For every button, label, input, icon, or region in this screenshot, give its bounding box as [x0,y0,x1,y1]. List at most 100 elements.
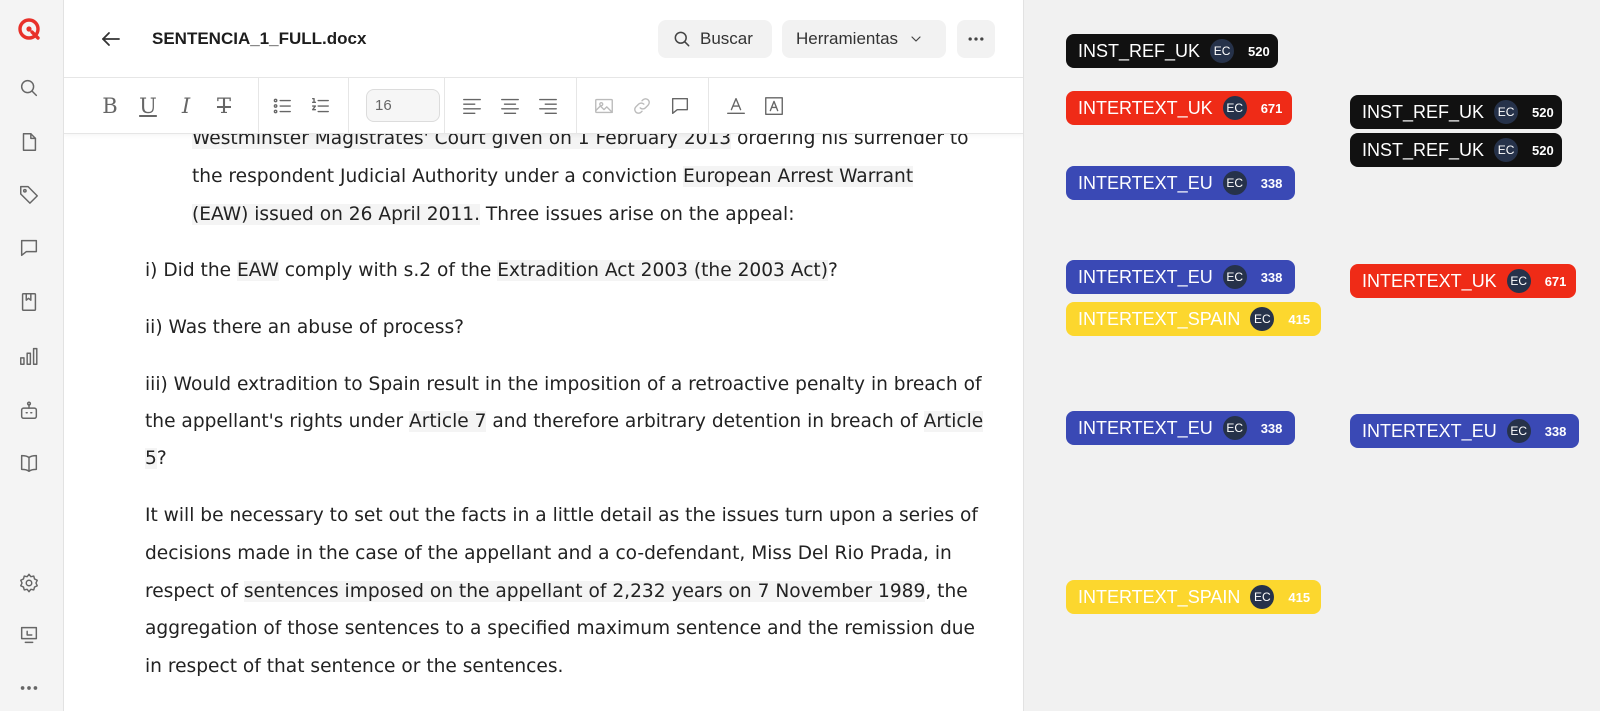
entity-tag[interactable]: INTERTEXT_EU EC 338 [1066,166,1295,200]
text-line: It will be necessary to set out the fact… [145,502,978,530]
file-icon[interactable] [17,130,41,154]
numbered-list-icon[interactable] [308,94,332,118]
text-line: respect of sentences imposed on the appe… [145,578,968,606]
tag-count: 671 [1260,100,1283,116]
text-span: ? [156,448,167,469]
entity-tag[interactable]: INST_REF_UK EC 520 [1350,95,1562,129]
tag-badge: EC [1250,585,1275,609]
align-left-icon[interactable] [460,94,484,118]
tag-badge: EC [1494,138,1519,162]
format-toolbar: B U I T 16 [64,78,1023,134]
highlighted-span[interactable]: EAW [236,260,279,281]
comment-icon[interactable] [668,94,692,118]
entity-tag[interactable]: INTERTEXT_SPAIN EC 415 [1066,302,1321,336]
text-span: aggregation of those sentences to a spec… [145,618,975,639]
tag-badge: EC [1222,171,1247,195]
text-line: i) Did the EAW comply with s.2 of the Ex… [145,257,838,285]
tag-count: 338 [1544,423,1567,439]
link-icon[interactable] [630,94,654,118]
tag-label: INTERTEXT_EU [1362,420,1497,441]
align-right-icon[interactable] [536,94,560,118]
export-icon[interactable] [17,623,41,647]
tag-badge: EC [1506,269,1531,293]
tag-count: 671 [1544,273,1567,289]
tag-count: 338 [1260,269,1283,285]
tag-badge: EC [1210,39,1235,63]
text-line: 5? [145,445,167,473]
toolbar-divider [708,78,709,134]
underline-button[interactable]: U [136,94,160,118]
bullet-list-icon[interactable] [270,94,294,118]
more-icon[interactable] [17,676,41,700]
chevron-down-icon [911,36,921,42]
insert-image-icon[interactable] [592,94,616,118]
settings-icon[interactable] [17,571,41,595]
tag-count: 520 [1248,43,1270,59]
text-line: in respect of that sentence or the sente… [145,653,563,681]
search-button[interactable]: Buscar [658,20,772,58]
entity-tag[interactable]: INTERTEXT_EU EC 338 [1350,414,1579,448]
entity-tag[interactable]: INTERTEXT_UK EC 671 [1350,264,1576,298]
text-line: aggregation of those sentences to a spec… [145,615,975,643]
highlighted-span[interactable]: Article 7 [409,411,487,432]
highlighted-span[interactable]: (EAW) issued on 26 April 2011. [192,204,481,225]
tools-label: Herramientas [796,29,899,48]
text-span: comply with s.2 of the [278,260,498,281]
tag-count: 338 [1260,175,1283,191]
text-box-icon[interactable] [762,94,786,118]
text-color-icon[interactable] [724,94,748,118]
highlighted-span[interactable]: Article [923,411,984,432]
comment-icon[interactable] [17,236,41,260]
entity-tag[interactable]: INTERTEXT_SPAIN EC 415 [1066,580,1321,614]
strikethrough-button[interactable]: T [212,94,236,118]
tag-badge: EC [1222,416,1247,440]
text-span: the appellant's rights under [145,411,410,432]
tag-count: 415 [1288,311,1311,327]
text-line: the appellant's rights under Article 7 a… [145,408,984,436]
text-span: in respect of that sentence or the sente… [145,656,564,677]
bookmark-icon[interactable] [17,290,41,314]
text-line: (EAW) issued on 26 April 2011. Three iss… [192,201,794,229]
text-span: ? [827,260,838,281]
tools-dropdown[interactable]: Herramientas [782,20,946,58]
text-span: ii) Was there an abuse of process? [145,317,465,338]
book-icon[interactable] [17,451,41,475]
align-center-icon[interactable] [498,94,522,118]
tag-label: INST_REF_UK [1362,139,1485,160]
text-span: i) Did the [145,260,237,281]
text-span: , the [925,581,968,602]
tag-count: 520 [1532,142,1554,158]
chart-icon[interactable] [17,344,41,368]
italic-button[interactable]: I [174,94,198,118]
text-span: decisions made in the case of the appell… [145,543,952,564]
logo-icon[interactable] [17,17,41,41]
left-rail [0,0,64,711]
robot-icon[interactable] [17,398,41,422]
back-arrow-icon[interactable] [98,26,124,52]
tag-label: INTERTEXT_EU [1078,417,1213,438]
tag-badge: EC [1222,265,1247,289]
highlighted-span[interactable]: 5 [145,448,157,469]
bold-button[interactable]: B [98,94,122,118]
text-span: iii) Would extradition to Spain result i… [145,374,982,395]
highlighted-span[interactable]: sentences imposed on the appellant of 2,… [243,581,926,602]
entity-tag[interactable]: INTERTEXT_EU EC 338 [1066,260,1295,294]
search-icon[interactable] [17,76,41,100]
entity-tag[interactable]: INST_REF_UK EC 520 [1066,34,1278,68]
entity-tag[interactable]: INTERTEXT_EU EC 338 [1066,411,1295,445]
search-label: Buscar [700,29,753,48]
more-options-button[interactable] [957,20,995,58]
text-span: the respondent Judicial Authority under … [192,166,684,187]
font-size-input[interactable]: 16 [366,89,440,122]
toolbar-divider [258,78,259,134]
entity-tag[interactable]: INST_REF_UK EC 520 [1350,133,1562,167]
toolbar-divider [576,78,577,134]
entity-tag[interactable]: INTERTEXT_UK EC 671 [1066,91,1292,125]
tag-badge: EC [1222,96,1247,120]
highlighted-span[interactable]: Extradition Act 2003 (the 2003 Act) [497,260,828,281]
highlighted-span[interactable]: European Arrest Warrant [683,166,914,187]
text-line: decisions made in the case of the appell… [145,540,952,568]
text-span: It will be necessary to set out the fact… [145,505,978,526]
tag-icon[interactable] [17,182,41,206]
tag-label: INTERTEXT_EU [1078,172,1213,193]
